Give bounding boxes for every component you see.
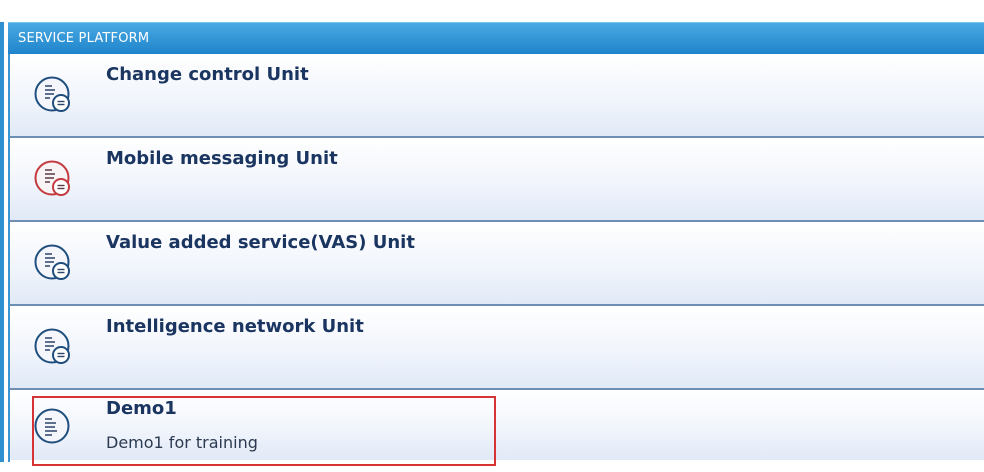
document-list-icon	[34, 160, 70, 196]
item-title: Change control Unit	[106, 64, 309, 85]
panel-header: SERVICE PLATFORM	[8, 22, 984, 54]
document-list-icon	[34, 328, 70, 364]
list-item-intelligence-network-unit[interactable]: Intelligence network Unit	[10, 306, 984, 390]
document-list-icon	[34, 244, 70, 280]
list-item-demo1[interactable]: Demo1 Demo1 for training	[10, 390, 984, 460]
service-platform-panel: SERVICE PLATFORM Change control Unit Mob…	[0, 0, 984, 472]
item-title: Mobile messaging Unit	[106, 148, 338, 169]
document-icon	[34, 408, 70, 444]
item-title: Demo1	[106, 398, 177, 419]
panel-title: SERVICE PLATFORM	[18, 31, 150, 46]
list-item-change-control-unit[interactable]: Change control Unit	[10, 54, 984, 138]
list-item-mobile-messaging-unit[interactable]: Mobile messaging Unit	[10, 138, 984, 222]
document-list-icon	[34, 76, 70, 112]
list-item-vas-unit[interactable]: Value added service(VAS) Unit	[10, 222, 984, 306]
panel-left-border	[0, 22, 4, 462]
item-description: Demo1 for training	[106, 433, 258, 452]
item-title: Intelligence network Unit	[106, 316, 364, 337]
item-title: Value added service(VAS) Unit	[106, 232, 415, 253]
service-unit-list: Change control Unit Mobile messaging Uni…	[8, 54, 984, 462]
